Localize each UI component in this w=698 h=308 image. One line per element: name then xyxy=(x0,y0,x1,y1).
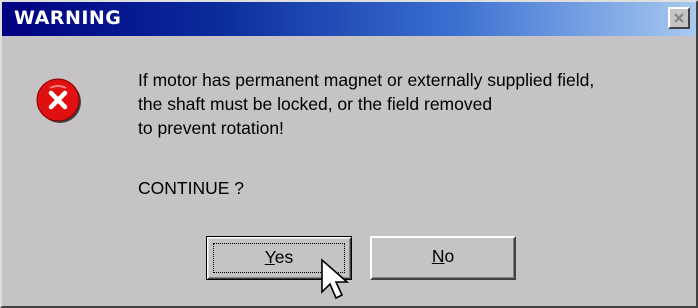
continue-prompt: CONTINUE ? xyxy=(138,178,244,198)
message-line: If motor has permanent magnet or externa… xyxy=(138,70,595,90)
warning-message: If motor has permanent magnet or externa… xyxy=(138,68,594,140)
error-circle-icon xyxy=(36,78,81,123)
no-button[interactable]: No xyxy=(370,236,516,280)
no-button-label: No xyxy=(372,246,514,267)
warning-dialog: WARNING If motor has permanent magnet or… xyxy=(0,0,698,308)
dialog-title: WARNING xyxy=(14,7,122,29)
title-bar[interactable]: WARNING xyxy=(2,2,696,36)
no-label-rest: o xyxy=(444,246,455,266)
yes-mnemonic: Y xyxy=(264,247,275,267)
no-mnemonic: N xyxy=(431,246,445,266)
close-icon xyxy=(674,13,684,23)
yes-label-rest: es xyxy=(274,247,294,267)
mouse-pointer-icon xyxy=(321,258,350,300)
message-line: the shaft must be locked, or the field r… xyxy=(138,94,493,114)
message-line: to prevent rotation! xyxy=(138,118,284,138)
close-button[interactable] xyxy=(668,7,690,29)
